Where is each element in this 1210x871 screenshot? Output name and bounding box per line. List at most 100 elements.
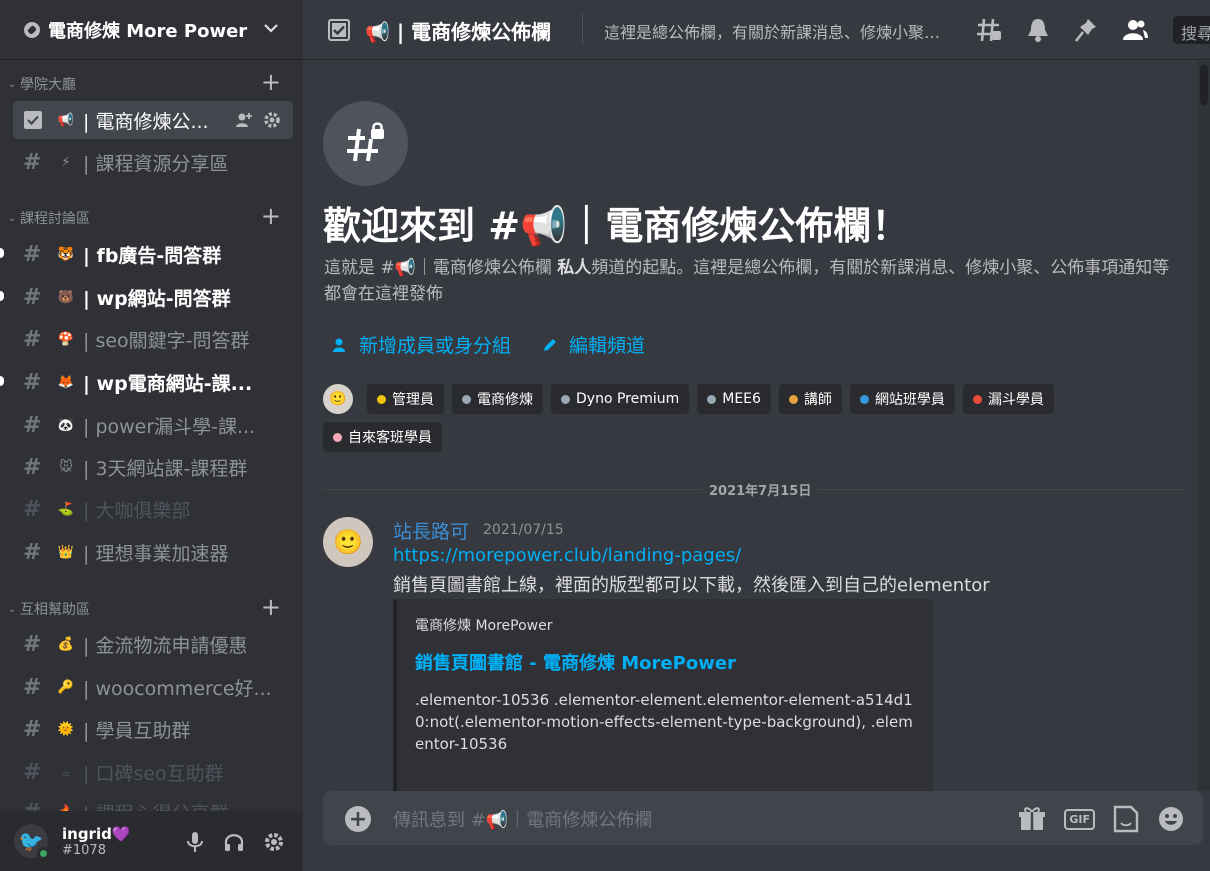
avatar[interactable]: 🙂 [323, 384, 353, 414]
header-divider [582, 14, 583, 44]
megaphone-icon: 📢 [57, 112, 75, 128]
role-tag[interactable]: 電商修煉 [452, 384, 543, 414]
scrollbar-thumb[interactable] [1200, 65, 1208, 105]
invite-member-icon[interactable] [235, 111, 253, 129]
search-input[interactable]: 搜尋 [1173, 16, 1210, 44]
add-members-button[interactable]: 新增成員或身分組 [331, 331, 511, 358]
emoji-smile-icon[interactable] [1157, 805, 1185, 833]
upload-plus-icon[interactable]: + [345, 806, 371, 832]
mushroom-icon: 🍄 [57, 331, 75, 347]
role-tag[interactable]: 自來客班學員 [323, 422, 442, 452]
channel-item-seo[interactable]: # 🍄 | seo關鍵字-問答群 [13, 320, 293, 358]
online-status-icon [37, 847, 50, 860]
message-author[interactable]: 站長路可 [393, 517, 469, 544]
private-channel-icon [323, 101, 408, 186]
channel-item-announcements[interactable]: 📢 | 電商修煉公... [13, 101, 293, 139]
embed-provider: 電商修煉 MorePower [415, 618, 553, 634]
channel-item-resources[interactable]: # ⚡ | 課程資源分享區 [13, 143, 293, 181]
channel-item-wp-ecommerce[interactable]: # 🦊 | wp電商網站-課... [0, 363, 293, 401]
role-color-dot [788, 394, 798, 404]
user-panel: 🐦 ingrid💜 #1078 [0, 811, 303, 871]
channel-item-vip-club[interactable]: # ⛳ | 大咖俱樂部 [13, 490, 293, 528]
role-color-dot [377, 394, 386, 404]
server-name: 電商修煉 More Power [48, 20, 248, 42]
message-link[interactable]: https://morepower.club/landing-pages/ [393, 545, 741, 566]
server-header[interactable]: 電商修煉 More Power [0, 0, 303, 60]
message-input[interactable]: 傳訊息到 #📢｜電商修煉公佈欄 [393, 806, 652, 832]
avatar[interactable]: 🙂 [323, 517, 373, 567]
gift-icon[interactable] [1018, 806, 1046, 832]
microphone-icon[interactable] [185, 831, 205, 853]
pin-icon[interactable] [1073, 16, 1099, 44]
collapse-arrow-icon: ⌄ [8, 78, 17, 90]
sticker-icon[interactable] [1113, 805, 1139, 833]
channel-label: | 大咖俱樂部 [83, 499, 191, 522]
pencil-icon [544, 338, 557, 351]
chevron-down-icon[interactable] [261, 18, 281, 38]
hash-icon: # [23, 454, 42, 480]
message-timestamp: 2021/07/15 [483, 522, 564, 538]
bell-icon[interactable] [1025, 16, 1051, 44]
category-mutual-help[interactable]: ⌄ 互相幫助區 + [0, 595, 303, 620]
add-channel-icon[interactable]: + [261, 204, 281, 228]
channel-label: | 課程資源分享區 [83, 152, 229, 175]
channel-label: | woocommerce好... [83, 677, 272, 700]
gif-button[interactable]: GIF [1064, 808, 1095, 830]
hash-icon: # [23, 149, 42, 175]
channel-item-power-funnel[interactable]: # 🐼 | power漏斗學-課... [13, 406, 293, 444]
tiger-icon: 🐯 [57, 246, 75, 262]
channel-item-3day-course[interactable]: # 🐭 | 3天網站課-課程群 [13, 448, 293, 486]
add-channel-icon[interactable]: + [261, 595, 281, 619]
money-bag-icon: 💰 [57, 636, 75, 652]
rules-channel-icon [328, 19, 350, 41]
key-icon: 🔑 [57, 679, 75, 695]
channel-label: | wp電商網站-課... [83, 372, 253, 395]
role-color-dot [462, 394, 471, 404]
coffee-icon: ☕ [60, 764, 72, 780]
role-tag[interactable]: MEE6 [697, 384, 771, 414]
hash-icon: # [23, 716, 42, 742]
bear-icon: 🐻 [57, 289, 75, 305]
server-boost-icon [24, 21, 40, 38]
channel-item-payments[interactable]: # 💰 | 金流物流申請優惠 [13, 625, 293, 663]
message-composer: + 傳訊息到 #📢｜電商修煉公佈欄 GIF [323, 791, 1203, 845]
channel-item-seo-reviews[interactable]: # ☕ | 口碑seo互助群 [13, 753, 293, 791]
role-tag[interactable]: 講師 [778, 384, 842, 414]
threads-icon[interactable] [975, 16, 1003, 44]
category-lobby[interactable]: ⌄ 學院大廳 + [0, 70, 303, 95]
channel-label: | 學員互助群 [83, 719, 191, 742]
embed-description: .elementor-10536 .elementor-element.elem… [415, 691, 913, 753]
channel-item-fb-ads[interactable]: # 🐯 | fb廣告-問答群 [0, 235, 293, 273]
collapse-arrow-icon: ⌄ [8, 603, 17, 615]
category-label: 課程討論區 [20, 211, 90, 227]
edit-channel-button[interactable]: 編輯頻道 [541, 331, 645, 358]
channel-label: | 理想事業加速器 [83, 542, 229, 565]
role-color-dot [707, 394, 717, 404]
add-channel-icon[interactable]: + [261, 70, 281, 94]
gear-icon[interactable] [263, 831, 285, 853]
channel-topic[interactable]: 這裡是總公佈欄，有關於新課消息、修煉小聚、公佈事項通知等都會在這裡發佈 [604, 19, 954, 43]
role-tag[interactable]: 管理員 [367, 384, 444, 414]
role-tag[interactable]: 漏斗學員 [962, 384, 1054, 414]
member-list-icon[interactable] [1121, 16, 1149, 44]
channel-item-wp-site[interactable]: # 🐻 | wp網站-問答群 [0, 278, 293, 316]
channel-item-accelerator[interactable]: # 👑 | 理想事業加速器 [13, 533, 293, 571]
role-tag[interactable]: Dyno Premium [551, 384, 690, 414]
role-list: 🙂 管理員 電商修煉 Dyno Premium MEE6 講師 網站班學員 漏斗… [323, 384, 1083, 460]
role-tag[interactable]: 網站班學員 [849, 384, 955, 414]
category-course-discussion[interactable]: ⌄ 課程討論區 + [0, 204, 303, 229]
avatar[interactable]: 🐦 [14, 824, 50, 860]
category-label: 互相幫助區 [20, 602, 90, 618]
channel-sidebar: 電商修煉 More Power ⌄ 學院大廳 + 📢 | 電商修煉公... # … [0, 0, 303, 871]
megaphone-icon: 📢 [485, 810, 509, 831]
hash-icon: # [23, 759, 42, 785]
hash-icon: # [23, 369, 42, 395]
headphones-icon[interactable] [223, 831, 245, 853]
embed-title-link[interactable]: 銷售頁圖書館 - 電商修煉 MorePower [415, 649, 915, 675]
channel-item-woocommerce[interactable]: # 🔑 | woocommerce好... [13, 668, 293, 706]
message-area: 歡迎來到 #📢｜電商修煉公佈欄！ 這就是 #📢｜電商修煉公佈欄 私人頻道的起點。… [303, 61, 1198, 791]
gear-icon[interactable] [263, 111, 281, 129]
scrollbar[interactable] [1198, 61, 1210, 791]
role-color-dot [972, 394, 982, 404]
channel-item-student-help[interactable]: # 🌞 | 學員互助群 [13, 710, 293, 748]
